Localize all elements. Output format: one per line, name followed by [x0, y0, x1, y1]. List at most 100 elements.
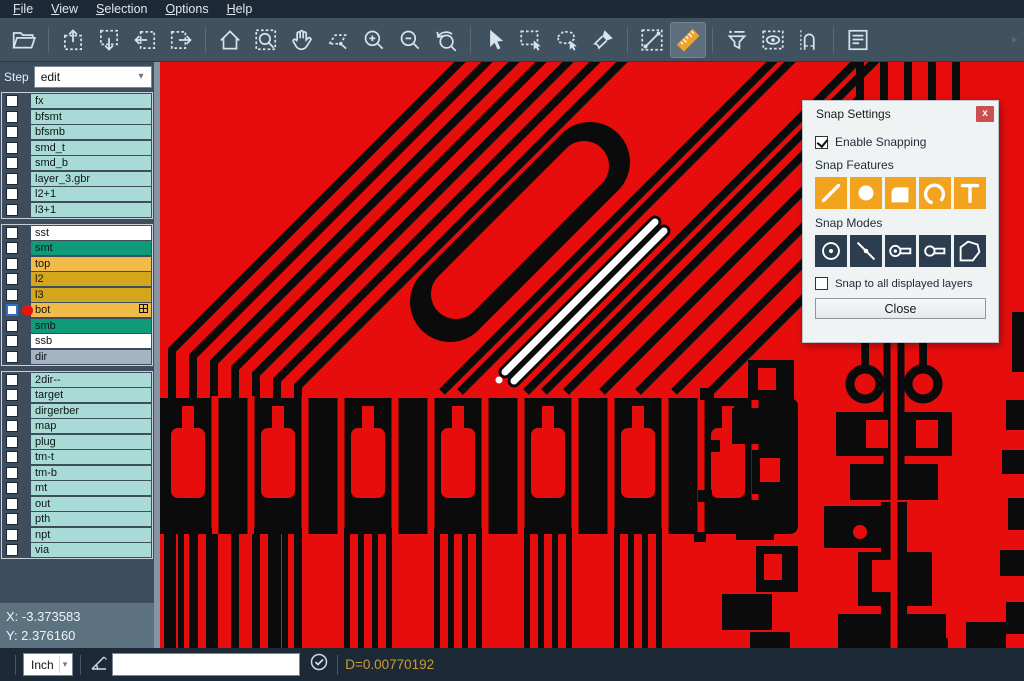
layer-checkbox-sst[interactable]: [6, 227, 18, 239]
layer-label-npt[interactable]: npt: [31, 528, 151, 542]
menu-options[interactable]: Options: [156, 0, 217, 18]
layer-label-tm-t[interactable]: tm-t: [31, 450, 151, 464]
snap-route-end-button[interactable]: [885, 235, 917, 267]
layer-checkbox-mt[interactable]: [6, 482, 18, 494]
layer-label-smb[interactable]: smb: [31, 319, 151, 333]
layer-label-mt[interactable]: mt: [31, 481, 151, 495]
pcb-canvas[interactable]: Snap Settings x Enable Snapping Snap Fea…: [160, 62, 1024, 648]
menu-help[interactable]: Help: [218, 0, 262, 18]
layer-label-smd_b[interactable]: smd_b: [31, 156, 151, 170]
ruler-button[interactable]: [671, 23, 705, 57]
enable-snapping-checkbox[interactable]: [815, 136, 828, 149]
snap-nearest-button[interactable]: [850, 235, 882, 267]
zoom-polygon-button[interactable]: [321, 23, 355, 57]
layer-label-bot[interactable]: bot: [31, 303, 151, 317]
layer-checkbox-npt[interactable]: [6, 529, 18, 541]
layer-checkbox-fx[interactable]: [6, 95, 18, 107]
layer-checkbox-l3+1[interactable]: [6, 204, 18, 216]
layer-checkbox-dir[interactable]: [6, 351, 18, 363]
layer-checkbox-smd_t[interactable]: [6, 142, 18, 154]
layer-checkbox-l2[interactable]: [6, 273, 18, 285]
snap-route-button[interactable]: [919, 235, 951, 267]
layer-label-plug[interactable]: plug: [31, 435, 151, 449]
layer-label-map[interactable]: map: [31, 419, 151, 433]
open-folder-button[interactable]: [7, 23, 41, 57]
dialog-close-icon[interactable]: x: [976, 106, 994, 122]
layer-checkbox-map[interactable]: [6, 420, 18, 432]
layer-label-bfsmt[interactable]: bfsmt: [31, 110, 151, 124]
menu-file[interactable]: File: [4, 0, 42, 18]
snap-center-button[interactable]: [815, 235, 847, 267]
home-button[interactable]: [213, 23, 247, 57]
layer-label-2dir--[interactable]: 2dir--: [31, 373, 151, 387]
filter-button[interactable]: [720, 23, 754, 57]
snap-pad-button[interactable]: [850, 177, 882, 209]
menu-view[interactable]: View: [42, 0, 87, 18]
layer-checkbox-tm-t[interactable]: [6, 451, 18, 463]
zoom-in-button[interactable]: [357, 23, 391, 57]
toolbar-overflow-chevron[interactable]: ▸: [1012, 32, 1018, 46]
layer-checkbox-tm-b[interactable]: [6, 467, 18, 479]
zoom-window-button[interactable]: [249, 23, 283, 57]
layer-checkbox-smd_b[interactable]: [6, 157, 18, 169]
layer-form-button[interactable]: [841, 23, 875, 57]
layer-label-bfsmb[interactable]: bfsmb: [31, 125, 151, 139]
menu-selection[interactable]: Selection: [87, 0, 156, 18]
layer-checkbox-l2+1[interactable]: [6, 188, 18, 200]
layer-label-dir[interactable]: dir: [31, 350, 151, 364]
layer-checkbox-out[interactable]: [6, 498, 18, 510]
layer-label-fx[interactable]: fx: [31, 94, 151, 108]
layer-checkbox-ssb[interactable]: [6, 335, 18, 347]
snap-magnet-button[interactable]: [792, 23, 826, 57]
layer-label-layer_3.gbr[interactable]: layer_3.gbr: [31, 172, 151, 186]
snap-text-button[interactable]: [954, 177, 986, 209]
layer-checkbox-bfsmb[interactable]: [6, 126, 18, 138]
layer-label-l3[interactable]: l3: [31, 288, 151, 302]
close-button[interactable]: Close: [815, 298, 986, 319]
command-input[interactable]: [112, 653, 300, 676]
zoom-previous-button[interactable]: [429, 23, 463, 57]
layer-label-top[interactable]: top: [31, 257, 151, 271]
layer-label-sst[interactable]: sst: [31, 226, 151, 240]
layer-label-pth[interactable]: pth: [31, 512, 151, 526]
dialog-title-bar[interactable]: Snap Settings x: [803, 101, 998, 126]
all-layers-checkbox[interactable]: [815, 277, 828, 290]
layer-label-via[interactable]: via: [31, 543, 151, 557]
layer-checkbox-top[interactable]: [6, 258, 18, 270]
layer-label-smd_t[interactable]: smd_t: [31, 141, 151, 155]
snap-arc-button[interactable]: [919, 177, 951, 209]
select-polygon-button[interactable]: [550, 23, 584, 57]
layer-checkbox-bot[interactable]: [6, 304, 18, 316]
snap-outline-button[interactable]: [954, 235, 986, 267]
layer-checkbox-dirgerber[interactable]: [6, 405, 18, 417]
layer-checkbox-layer_3.gbr[interactable]: [6, 173, 18, 185]
layer-checkbox-target[interactable]: [6, 389, 18, 401]
clean-brush-button[interactable]: [586, 23, 620, 57]
select-rect-button[interactable]: [514, 23, 548, 57]
layer-checkbox-smb[interactable]: [6, 320, 18, 332]
layer-checkbox-l3[interactable]: [6, 289, 18, 301]
step-select[interactable]: edit ▾: [34, 66, 152, 88]
pan-right-button[interactable]: [164, 23, 198, 57]
layer-label-l2+1[interactable]: l2+1: [31, 187, 151, 201]
apply-check-icon[interactable]: [308, 651, 330, 678]
pan-down-button[interactable]: [92, 23, 126, 57]
layer-label-l2[interactable]: l2: [31, 272, 151, 286]
zoom-out-button[interactable]: [393, 23, 427, 57]
layer-checkbox-plug[interactable]: [6, 436, 18, 448]
layer-checkbox-smt[interactable]: [6, 242, 18, 254]
snap-line-button[interactable]: [815, 177, 847, 209]
measure-line-button[interactable]: [635, 23, 669, 57]
layer-checkbox-via[interactable]: [6, 544, 18, 556]
layer-checkbox-2dir--[interactable]: [6, 374, 18, 386]
pan-left-button[interactable]: [128, 23, 162, 57]
pan-up-button[interactable]: [56, 23, 90, 57]
layer-label-dirgerber[interactable]: dirgerber: [31, 404, 151, 418]
pan-hand-button[interactable]: [285, 23, 319, 57]
layer-label-smt[interactable]: smt: [31, 241, 151, 255]
layer-label-l3+1[interactable]: l3+1: [31, 203, 151, 217]
show-eye-button[interactable]: [756, 23, 790, 57]
layer-label-tm-b[interactable]: tm-b: [31, 466, 151, 480]
layer-label-out[interactable]: out: [31, 497, 151, 511]
snap-surface-button[interactable]: [885, 177, 917, 209]
